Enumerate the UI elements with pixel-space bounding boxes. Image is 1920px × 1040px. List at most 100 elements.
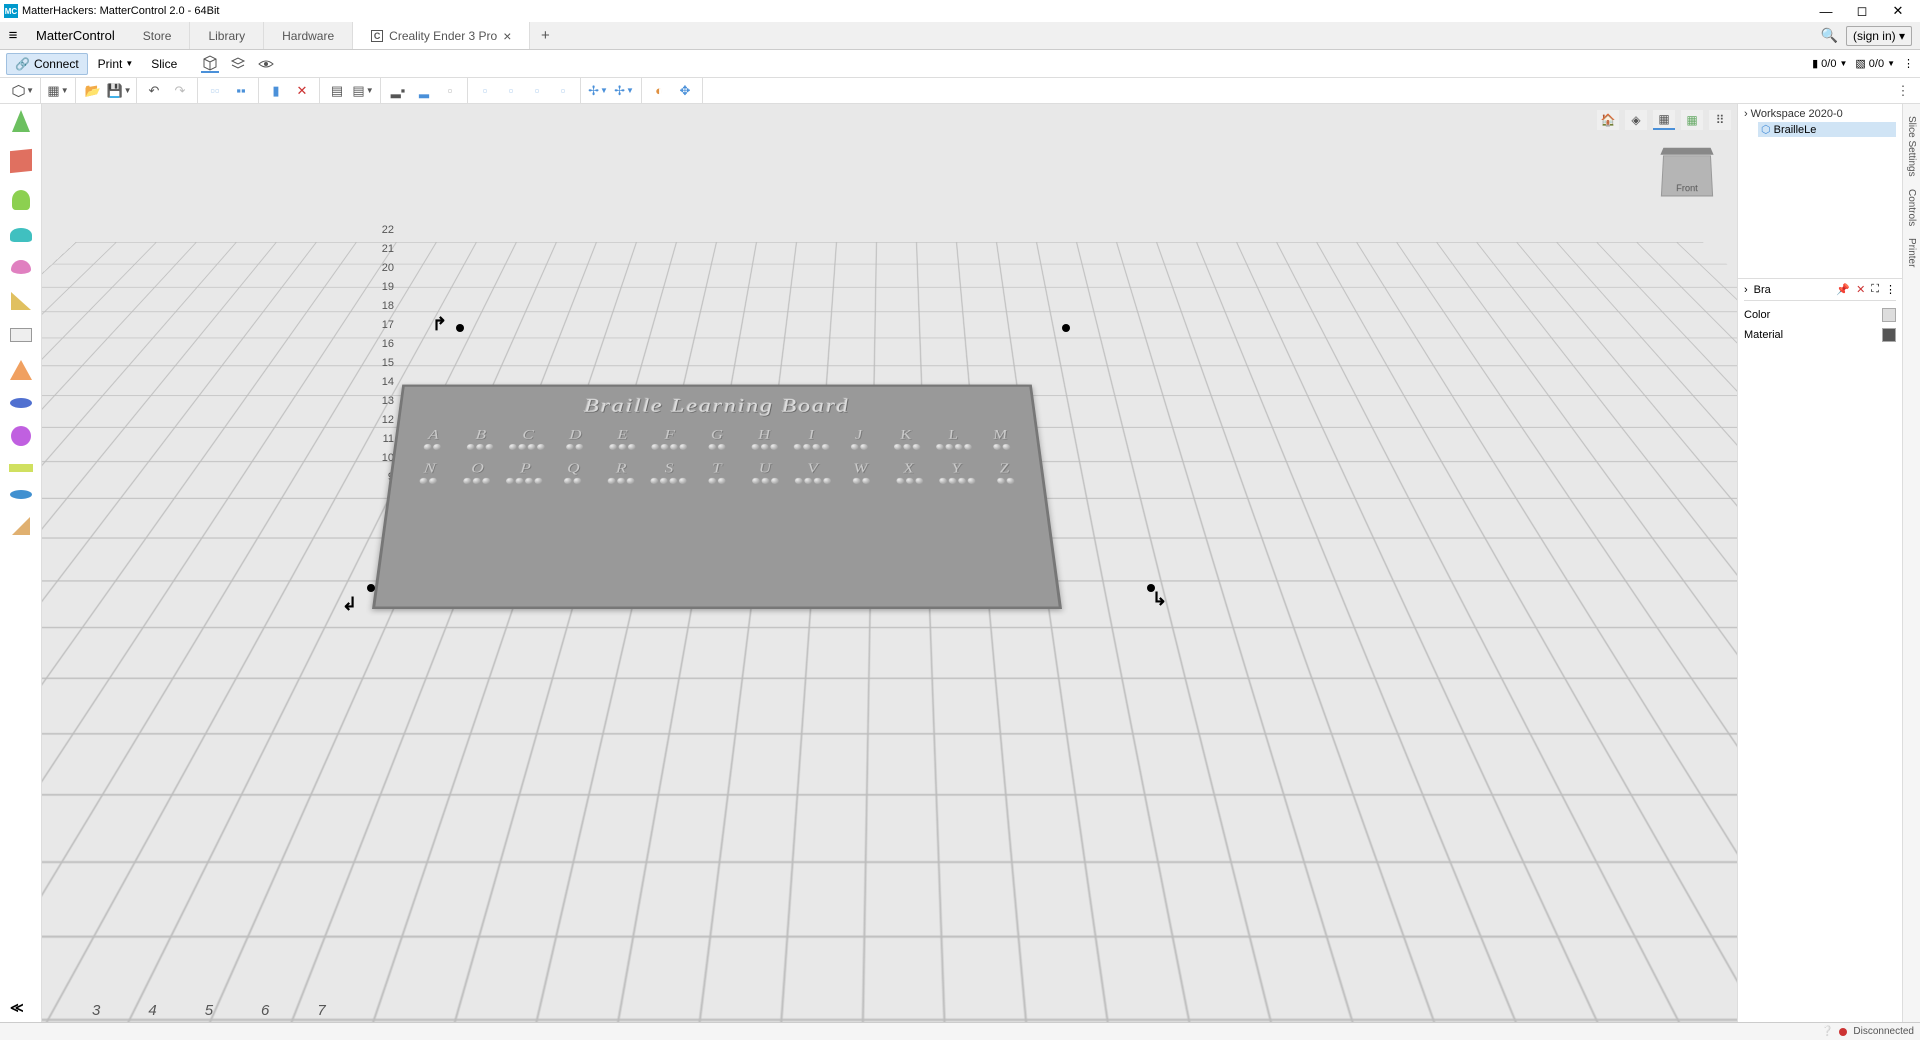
status-bar: ❔ Disconnected	[0, 1022, 1920, 1040]
add-tab-button[interactable]: +	[530, 22, 560, 49]
support-button[interactable]: ✢▼	[587, 80, 609, 102]
tree-item-selected[interactable]: ⬡BrailleLe	[1758, 122, 1896, 137]
paste2-button[interactable]: ▫	[552, 80, 574, 102]
rotate-handle[interactable]: ↲	[342, 594, 357, 615]
prop-material[interactable]: Material	[1744, 325, 1896, 345]
delete-prop-icon[interactable]: ✕	[1856, 283, 1865, 296]
object-icon: ⬡	[1761, 123, 1771, 136]
move-button[interactable]: ✥	[674, 80, 696, 102]
shape-text[interactable]	[10, 328, 32, 342]
shape-torus[interactable]	[10, 398, 32, 408]
object-tree: ›Workspace 2020-0 ⬡BrailleLe	[1738, 104, 1902, 279]
color-swatch[interactable]	[1882, 308, 1896, 322]
search-icon[interactable]: 🔍	[1821, 27, 1838, 44]
extruder-counter[interactable]: ▮0/0▼	[1812, 57, 1847, 70]
shape-dome[interactable]	[11, 260, 31, 274]
perspective-icon[interactable]: ◈	[1625, 110, 1647, 130]
overflow-icon[interactable]: ⋮	[1885, 283, 1896, 296]
home-view-icon[interactable]: 🏠	[1597, 110, 1619, 130]
shaded-view-icon[interactable]: ▦	[1653, 110, 1675, 130]
delete-button[interactable]: ✕	[291, 80, 313, 102]
shape-half-wedge[interactable]	[12, 517, 30, 535]
tab-hardware[interactable]: Hardware	[264, 22, 353, 49]
overflow-icon[interactable]: ⋮	[1903, 57, 1914, 70]
shape-half-sphere[interactable]	[10, 228, 32, 242]
toolbar-overflow-icon[interactable]: ⋮	[1892, 80, 1914, 102]
tree-root[interactable]: ›Workspace 2020-0	[1744, 108, 1896, 120]
rotate-handle[interactable]: ↳	[1152, 589, 1167, 610]
shapes-sidebar: ≪	[0, 104, 42, 1022]
expand-icon[interactable]: ⛶	[1871, 283, 1879, 296]
menu-icon[interactable]: ≡	[0, 22, 26, 49]
object-name: Bra	[1754, 284, 1771, 296]
support2-button[interactable]: ✢▼	[613, 80, 635, 102]
chevron-right-icon: ›	[1744, 108, 1748, 120]
help-icon[interactable]: ❔	[1821, 1026, 1833, 1037]
chevron-right-icon: ›	[1744, 284, 1748, 296]
shape-bar[interactable]	[9, 464, 33, 472]
view-cube[interactable]: Front	[1657, 142, 1717, 202]
selection-handle[interactable]	[456, 324, 464, 332]
view-3d-icon[interactable]	[201, 55, 219, 73]
vtab-slice-settings[interactable]: Slice Settings	[1905, 110, 1918, 183]
view-layers-icon[interactable]	[229, 55, 247, 73]
bed-counter[interactable]: ▧0/0▼	[1855, 57, 1895, 70]
group-button[interactable]: ▪▪	[230, 80, 252, 102]
duplicate-button[interactable]: ▮	[265, 80, 287, 102]
align-center-button[interactable]: ▤▼	[352, 80, 374, 102]
solid-view-icon[interactable]: ▦	[1681, 110, 1703, 130]
shape-pyramid[interactable]	[10, 360, 32, 380]
prop-color[interactable]: Color	[1744, 305, 1896, 325]
dots-row-2	[407, 478, 1027, 484]
add-shape-button[interactable]: ▼	[12, 80, 34, 102]
paste-button[interactable]: ▫	[526, 80, 548, 102]
align-left-button[interactable]: ▤	[326, 80, 348, 102]
redo-button[interactable]: ↷	[169, 80, 191, 102]
action-bar: 🔗 Connect Print▼ Slice ▮0/0▼ ▧0/0▼ ⋮	[0, 50, 1920, 78]
vtab-controls[interactable]: Controls	[1905, 183, 1918, 232]
signin-button[interactable]: (sign in) ▾	[1846, 26, 1912, 46]
shape-ring[interactable]	[10, 490, 32, 499]
connect-button[interactable]: 🔗 Connect	[6, 53, 88, 75]
minimize-button[interactable]: —	[1808, 0, 1844, 22]
shape-cone[interactable]	[12, 110, 30, 132]
selection-handle[interactable]	[1062, 324, 1070, 332]
lay-flat-button[interactable]: ▂▪	[387, 80, 409, 102]
rotate-handle[interactable]: ↱	[432, 314, 447, 335]
pin-icon[interactable]: 📌	[1836, 283, 1850, 296]
ungroup-button[interactable]: ▫▫	[204, 80, 226, 102]
view-eye-icon[interactable]	[257, 55, 275, 73]
arrange-button[interactable]: ▫	[439, 80, 461, 102]
shape-sphere[interactable]	[11, 426, 31, 446]
bed-options-button[interactable]: ▦▼	[47, 80, 69, 102]
shape-cylinder[interactable]	[12, 190, 30, 210]
shape-cube[interactable]	[10, 149, 32, 173]
tab-printer-active[interactable]: C Creality Ender 3 Pro ×	[353, 22, 530, 49]
tab-store[interactable]: Store	[125, 22, 191, 49]
app-name[interactable]: MatterControl	[26, 22, 125, 49]
app-logo: MC	[4, 4, 18, 18]
print-button[interactable]: Print▼	[90, 54, 142, 74]
vtab-printer[interactable]: Printer	[1905, 232, 1918, 273]
save-button[interactable]: 💾▼	[108, 80, 130, 102]
on-bed-button[interactable]: ▂	[413, 80, 435, 102]
mirror-button[interactable]: ◐	[648, 80, 670, 102]
maximize-button[interactable]: ◻	[1844, 0, 1880, 22]
status-text: Disconnected	[1853, 1026, 1914, 1037]
open-button[interactable]: 📂	[82, 80, 104, 102]
copy-button[interactable]: ▫	[474, 80, 496, 102]
dots-row-1	[411, 444, 1022, 450]
shape-wedge[interactable]	[11, 292, 31, 310]
viewport-3d[interactable]: 222120191817161514131211109876543 34567 …	[42, 104, 1737, 1022]
collapse-sidebar-icon[interactable]: ≪	[10, 1000, 24, 1016]
close-button[interactable]: ✕	[1880, 0, 1916, 22]
close-tab-icon[interactable]: ×	[503, 28, 511, 44]
undo-button[interactable]: ↶	[143, 80, 165, 102]
wireframe-view-icon[interactable]: ⠿	[1709, 110, 1731, 130]
selection-handle[interactable]	[367, 584, 375, 592]
slice-button[interactable]: Slice	[143, 54, 185, 74]
material-swatch[interactable]	[1882, 328, 1896, 342]
model-braille-board[interactable]: Braille Learning Board ABCDEFGHIJKLM NOP…	[372, 385, 1062, 609]
tab-library[interactable]: Library	[190, 22, 264, 49]
cut-button[interactable]: ▫	[500, 80, 522, 102]
